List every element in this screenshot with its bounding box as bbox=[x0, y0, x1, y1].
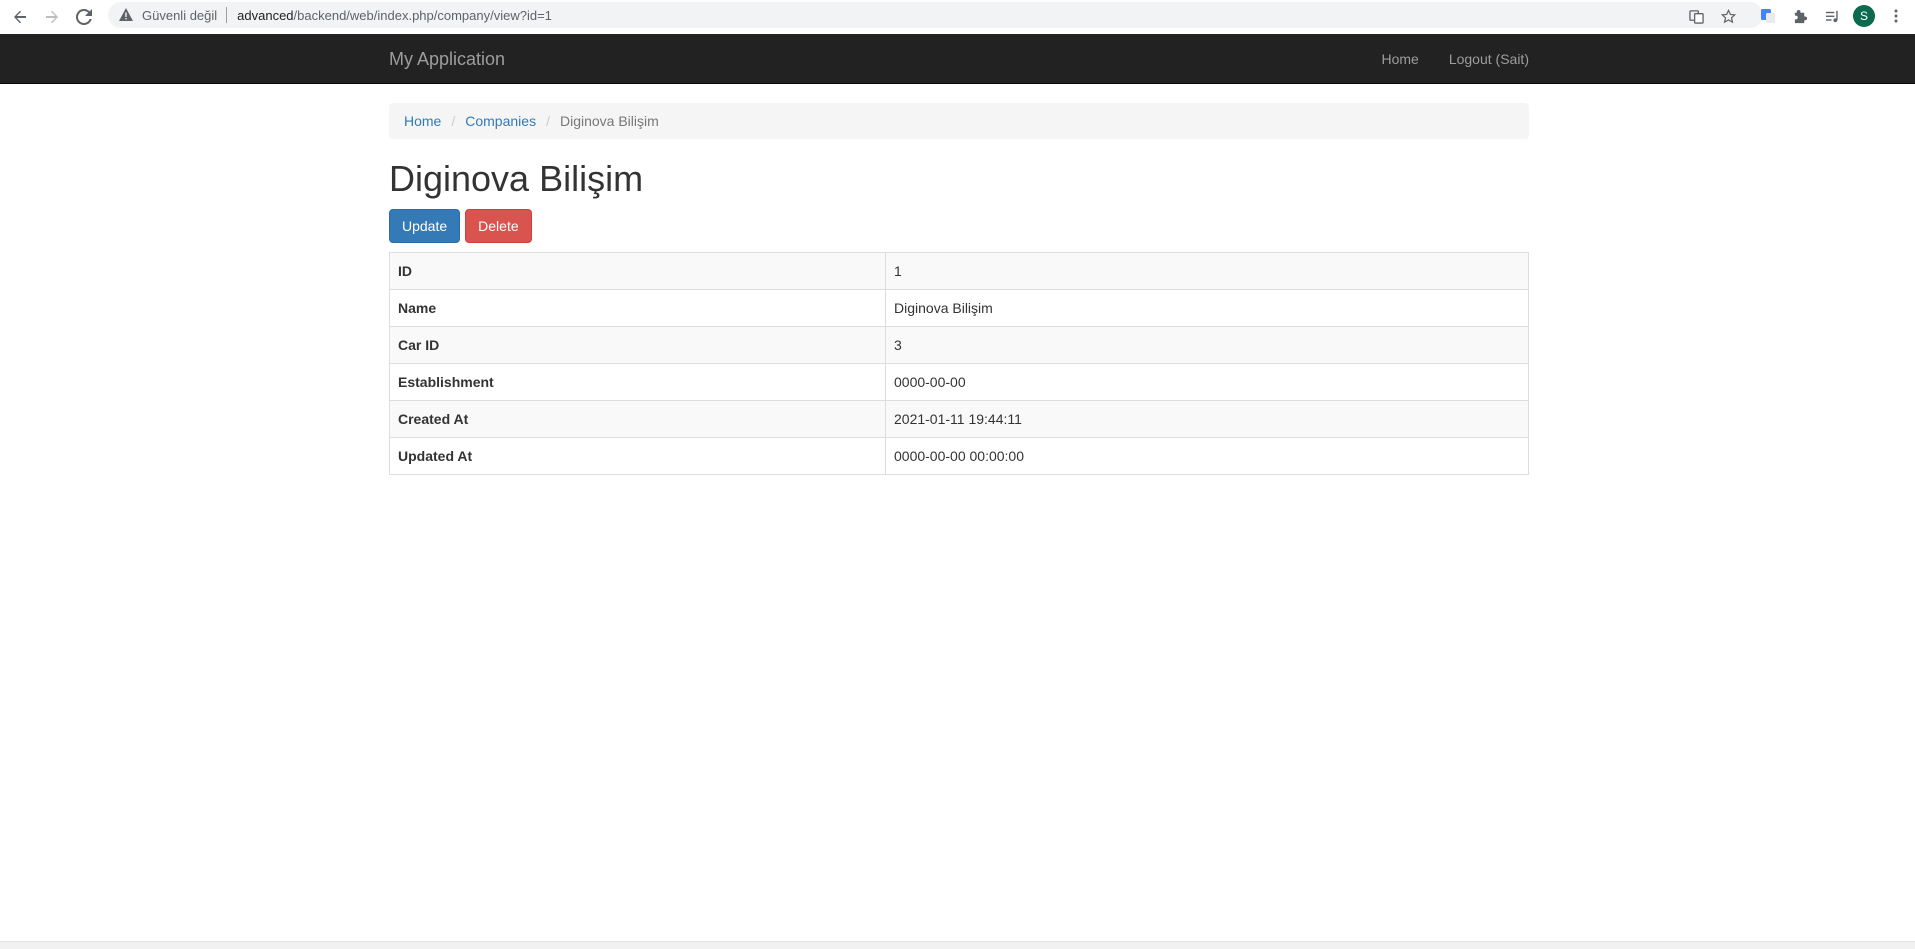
page-footer-edge bbox=[0, 941, 1915, 949]
avatar: S bbox=[1853, 5, 1875, 27]
row-label: Establishment bbox=[389, 362, 886, 401]
forward-arrow-icon[interactable] bbox=[36, 3, 68, 31]
security-status: Güvenli değil bbox=[142, 7, 218, 23]
row-value: 2021-01-11 19:44:11 bbox=[885, 399, 1529, 438]
browser-toolbar: Güvenli değil advanced/backend/web/index… bbox=[0, 0, 1915, 34]
table-row: Updated At 0000-00-00 00:00:00 bbox=[389, 436, 1529, 475]
kebab-menu-icon[interactable] bbox=[1880, 3, 1912, 29]
google-translate-extension-icon[interactable] bbox=[1752, 3, 1784, 29]
table-row: Name Diginova Bilişim bbox=[389, 288, 1529, 327]
back-arrow-icon[interactable] bbox=[4, 3, 36, 31]
row-value: 1 bbox=[885, 251, 1529, 290]
main-container: Home / Companies / Diginova Bilişim Digi… bbox=[389, 103, 1529, 475]
row-label: Updated At bbox=[389, 436, 886, 475]
update-button[interactable]: Update bbox=[389, 208, 461, 243]
breadcrumb: Home / Companies / Diginova Bilişim bbox=[389, 103, 1529, 139]
delete-button[interactable]: Delete bbox=[465, 208, 532, 243]
row-label: Car ID bbox=[389, 325, 886, 364]
media-playlist-icon[interactable] bbox=[1816, 3, 1848, 29]
table-row: Created At 2021-01-11 19:44:11 bbox=[389, 399, 1529, 438]
row-value: 3 bbox=[885, 325, 1529, 364]
action-buttons: Update Delete bbox=[389, 208, 1529, 243]
warning-icon[interactable] bbox=[118, 7, 134, 23]
address-bar[interactable]: Güvenli değil advanced/backend/web/index… bbox=[108, 2, 1763, 28]
table-row: ID 1 bbox=[389, 251, 1529, 290]
puzzle-extensions-icon[interactable] bbox=[1784, 3, 1816, 29]
nav-links: Home Logout (Sait) bbox=[1366, 34, 1529, 84]
profile-avatar[interactable]: S bbox=[1848, 3, 1880, 29]
page-title: Diginova Bilişim bbox=[389, 158, 644, 199]
reload-icon[interactable] bbox=[68, 3, 100, 31]
breadcrumb-companies[interactable]: Companies bbox=[465, 113, 536, 129]
row-label: Name bbox=[389, 288, 886, 327]
breadcrumb-current: Diginova Bilişim bbox=[559, 113, 659, 129]
nav-logout-link[interactable]: Logout (Sait) bbox=[1434, 34, 1529, 84]
row-label: Created At bbox=[389, 399, 886, 438]
row-value: 0000-00-00 bbox=[885, 362, 1529, 401]
table-row: Car ID 3 bbox=[389, 325, 1529, 364]
url-host: advanced bbox=[237, 7, 294, 23]
detail-table: ID 1 Name Diginova Bilişim Car ID 3 Esta… bbox=[389, 251, 1529, 475]
brand-link[interactable]: My Application bbox=[389, 34, 505, 84]
omnibox-actions bbox=[1680, 3, 1744, 29]
nav-home-link[interactable]: Home bbox=[1366, 34, 1433, 84]
row-label: ID bbox=[389, 251, 886, 290]
table-row: Establishment 0000-00-00 bbox=[389, 362, 1529, 401]
breadcrumb-separator: / bbox=[546, 113, 550, 129]
extensions-area: S bbox=[1752, 3, 1912, 29]
url-path: /backend/web/index.php/company/view?id=1 bbox=[293, 7, 552, 23]
top-navbar: My Application Home Logout (Sait) bbox=[0, 34, 1915, 84]
row-value: 0000-00-00 00:00:00 bbox=[885, 436, 1529, 475]
omnibox-divider bbox=[226, 7, 228, 23]
breadcrumb-home[interactable]: Home bbox=[404, 113, 441, 129]
breadcrumb-separator: / bbox=[451, 113, 456, 129]
translate-icon[interactable] bbox=[1680, 3, 1712, 29]
row-value: Diginova Bilişim bbox=[885, 288, 1529, 327]
star-icon[interactable] bbox=[1712, 3, 1744, 29]
